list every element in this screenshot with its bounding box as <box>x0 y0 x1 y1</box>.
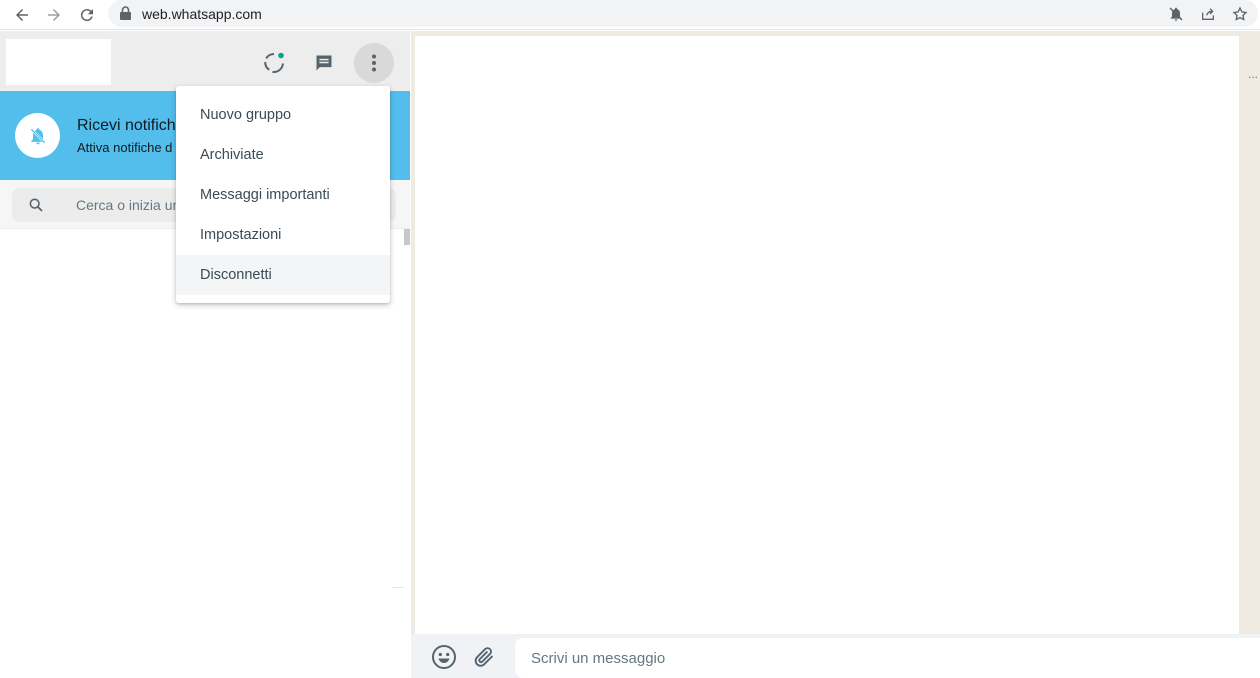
muted-bell-icon <box>29 127 46 144</box>
notification-subtitle[interactable]: Attiva notifiche d <box>77 140 172 155</box>
share-button[interactable] <box>1197 3 1219 25</box>
new-chat-icon <box>316 55 332 71</box>
menu-button[interactable] <box>354 43 394 83</box>
reload-button[interactable] <box>75 3 99 27</box>
menu-item-archived[interactable]: Archiviate <box>176 135 390 175</box>
muted-bell-button[interactable] <box>1165 3 1187 25</box>
search-icon <box>29 198 43 212</box>
lock-icon <box>120 6 131 20</box>
muted-bell-icon <box>1169 7 1183 21</box>
compose-footer <box>411 634 1260 678</box>
forward-arrow-icon <box>48 9 60 21</box>
attach-icon <box>474 647 493 667</box>
status-icon <box>264 52 284 73</box>
url-text: web.whatsapp.com <box>142 6 262 22</box>
status-button[interactable] <box>254 43 294 83</box>
menu-dots-icon <box>372 54 376 72</box>
scrollbar[interactable] <box>404 229 410 245</box>
attach-button[interactable] <box>471 644 497 670</box>
menu-item-logout[interactable]: Disconnetti <box>176 255 390 295</box>
header-more-text: ... <box>1247 67 1258 81</box>
back-arrow-icon <box>16 9 28 21</box>
reload-icon <box>80 9 93 22</box>
menu-item-settings[interactable]: Impostazioni <box>176 215 390 255</box>
star-icon <box>1232 6 1248 21</box>
new-chat-button[interactable] <box>304 43 344 83</box>
left-header <box>0 31 410 91</box>
profile-area[interactable] <box>6 39 111 85</box>
message-input[interactable] <box>531 648 1131 668</box>
address-bar[interactable]: web.whatsapp.com <box>108 0 1258 27</box>
back-button[interactable] <box>10 3 34 27</box>
notification-title: Ricevi notifich <box>77 117 176 134</box>
browser-toolbar: web.whatsapp.com <box>0 0 1260 30</box>
main-menu: Nuovo gruppo Archiviate Messaggi importa… <box>176 86 390 303</box>
forward-button[interactable] <box>42 3 66 27</box>
emoji-icon <box>432 645 456 669</box>
menu-item-new-group[interactable]: Nuovo gruppo <box>176 95 390 135</box>
share-icon <box>1202 8 1214 20</box>
divider <box>392 587 404 588</box>
compose-box[interactable] <box>515 638 1260 678</box>
conversation-pane: ... <box>411 31 1260 678</box>
emoji-button[interactable] <box>431 644 457 670</box>
bookmark-button[interactable] <box>1229 3 1251 25</box>
conversation-body <box>415 36 1239 634</box>
notification-avatar <box>15 113 60 158</box>
menu-item-starred[interactable]: Messaggi importanti <box>176 175 390 215</box>
